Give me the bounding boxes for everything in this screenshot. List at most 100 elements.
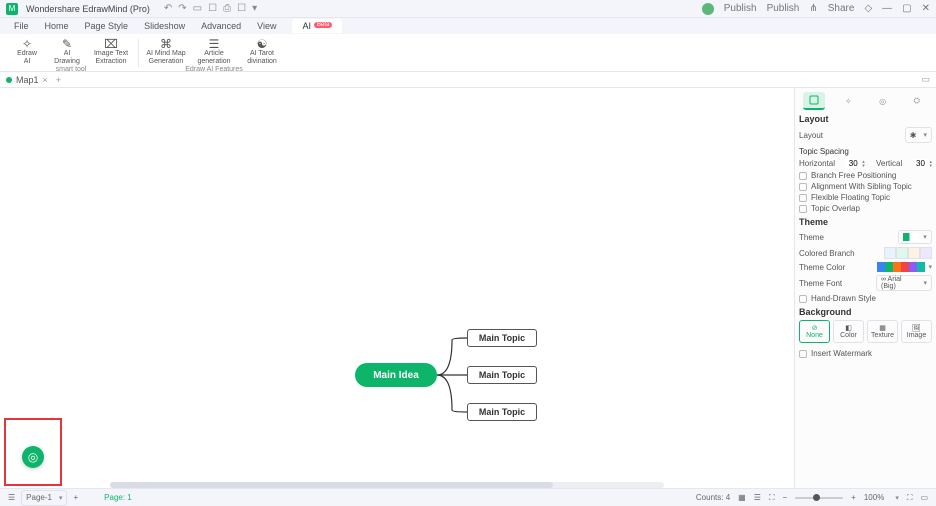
layout-picker[interactable]: ✱▾ <box>905 127 932 143</box>
mindmap-icon: ⌘ <box>160 37 172 50</box>
opt-free-pos[interactable]: Branch Free Positioning <box>799 171 932 180</box>
h-spacing-stepper[interactable]: ▴▾ <box>846 159 865 168</box>
menu-slideshow[interactable]: Slideshow <box>144 21 185 31</box>
bg-texture[interactable]: ▦Texture <box>867 320 898 343</box>
page-picker[interactable]: Page-1▾ <box>21 490 67 506</box>
maximize-button[interactable]: ▢ <box>902 3 911 14</box>
fullscreen-icon[interactable]: ⛶ <box>907 493 913 503</box>
opt-align-sibling[interactable]: Alignment With Sibling Topic <box>799 182 932 191</box>
theme-color-label: Theme Color <box>799 263 845 272</box>
view-list-icon[interactable]: ☰ <box>754 493 761 502</box>
layout-heading: Layout <box>799 114 932 124</box>
add-page-button[interactable]: + <box>73 493 78 502</box>
menu-file[interactable]: File <box>14 21 29 31</box>
colored-branch-label: Colored Branch <box>799 249 855 258</box>
ribbon-group2-caption: Edraw AI Features <box>185 66 243 73</box>
sparkle-icon: ✧ <box>22 37 32 50</box>
dropdown-icon[interactable]: ▾ <box>252 3 257 14</box>
theme-picker[interactable]: ▾ <box>898 230 932 244</box>
topic-node-1[interactable]: Main Topic <box>467 329 537 347</box>
format-panel: ✧ ◎ ⛭ Layout Layout ✱▾ Topic Spacing Hor… <box>794 88 936 488</box>
root-node[interactable]: Main Idea <box>355 363 437 387</box>
menu-home[interactable]: Home <box>45 21 69 31</box>
redo-icon[interactable]: ↷ <box>178 3 186 14</box>
ai-chat-fab[interactable]: ◎ <box>22 446 44 468</box>
counts-label: Counts: 4 <box>696 493 730 502</box>
opt-flex-floating[interactable]: Flexible Floating Topic <box>799 193 932 202</box>
bg-none[interactable]: ⊘None <box>799 320 830 343</box>
opt-overlap[interactable]: Topic Overlap <box>799 204 932 213</box>
theme-font-picker[interactable]: ∞ Arial (Big)▾ <box>876 275 932 291</box>
theme-label: Theme <box>799 233 824 242</box>
h-spacing-label: Horizontal <box>799 159 835 168</box>
menu-advanced[interactable]: Advanced <box>201 21 241 31</box>
ribbon-tarot[interactable]: ☯ AI Tarotdivination <box>239 37 285 65</box>
presentation-icon[interactable]: ▭ <box>920 493 928 502</box>
bg-heading: Background <box>799 307 932 317</box>
menu-view[interactable]: View <box>257 21 276 31</box>
app-title: Wondershare EdrawMind (Pro) <box>26 4 150 14</box>
close-button[interactable]: ✕ <box>922 3 930 14</box>
menu-ai[interactable]: AIBeta <box>292 19 342 33</box>
print-icon[interactable]: ⎙ <box>223 3 231 14</box>
publish-button[interactable]: Publish <box>724 3 757 14</box>
ribbon-mindmap-gen[interactable]: ⌘ AI Mind MapGeneration <box>143 37 189 65</box>
opt-handdrawn[interactable]: Hand-Drawn Style <box>799 294 932 303</box>
canvas[interactable]: Main Idea Main Topic Main Topic Main Top… <box>0 88 794 488</box>
export-icon[interactable]: ☐ <box>237 3 246 14</box>
panel-collapse-icon[interactable]: ▭ <box>921 74 930 85</box>
zoom-in-button[interactable]: + <box>851 493 856 502</box>
drawing-icon: ✎ <box>62 37 72 50</box>
ribbon-group1-caption: smart tool <box>56 66 87 73</box>
share-button[interactable]: Share <box>828 3 855 14</box>
ribbon-image-text[interactable]: ⌧ Image TextExtraction <box>88 37 134 65</box>
article-icon: ☰ <box>209 37 220 50</box>
zoom-slider[interactable] <box>795 497 843 499</box>
undo-icon[interactable]: ↶ <box>164 3 172 14</box>
avatar-icon[interactable] <box>702 3 714 15</box>
help-icon[interactable]: ◇ <box>864 3 872 14</box>
bg-color[interactable]: ◧Color <box>833 320 864 343</box>
doc-tab-close[interactable]: × <box>43 75 48 85</box>
image-icon: 🖼 <box>912 324 921 332</box>
share-icon[interactable]: ⋔ <box>809 3 817 14</box>
panel-tab-page[interactable] <box>803 92 825 110</box>
theme-color-picker[interactable]: ▾ <box>877 262 932 272</box>
panel-tab-settings[interactable]: ⛭ <box>906 92 928 110</box>
none-icon: ⊘ <box>812 324 818 332</box>
menu-pagestyle[interactable]: Page Style <box>85 21 129 31</box>
doc-tab-label: Map1 <box>16 75 39 85</box>
colored-branch-swatches[interactable] <box>884 247 932 259</box>
spacing-heading: Topic Spacing <box>799 147 932 156</box>
texture-icon: ▦ <box>879 324 886 332</box>
minimize-button[interactable]: — <box>882 3 892 14</box>
view-grid-icon[interactable]: ▦ <box>738 493 746 502</box>
doc-tab-add[interactable]: + <box>56 75 61 85</box>
app-logo-icon: M <box>6 3 18 15</box>
save-icon[interactable]: ☐ <box>208 3 217 14</box>
theme-font-label: Theme Font <box>799 279 842 288</box>
topic-node-2[interactable]: Main Topic <box>467 366 537 384</box>
v-spacing-stepper[interactable]: ▴▾ <box>913 159 932 168</box>
zoom-out-button[interactable]: − <box>783 493 788 502</box>
doc-tab-icon <box>6 77 12 83</box>
outline-icon[interactable]: ☰ <box>8 493 15 502</box>
color-icon: ◧ <box>845 324 852 332</box>
tarot-icon: ☯ <box>257 37 268 50</box>
zoom-dropdown[interactable]: ▾ <box>895 494 899 502</box>
opt-watermark[interactable]: Insert Watermark <box>799 349 932 358</box>
folder-icon[interactable]: ▭ <box>193 3 202 14</box>
panel-tab-location[interactable]: ◎ <box>872 92 894 110</box>
theme-heading: Theme <box>799 217 932 227</box>
h-scrollbar[interactable] <box>110 482 664 488</box>
view-fit-icon[interactable]: ⛶ <box>769 493 775 503</box>
ribbon-edraw-ai[interactable]: ✧ EdrawAI <box>8 37 46 65</box>
extract-icon: ⌧ <box>104 37 118 50</box>
bg-image[interactable]: 🖼Image <box>901 320 932 343</box>
ribbon-article-gen[interactable]: ☰ Articlegeneration <box>191 37 237 65</box>
v-spacing-label: Vertical <box>876 159 902 168</box>
panel-tab-style[interactable]: ✧ <box>837 92 859 110</box>
doc-tab[interactable]: Map1 × <box>6 75 48 85</box>
topic-node-3[interactable]: Main Topic <box>467 403 537 421</box>
ribbon-ai-drawing[interactable]: ✎ AIDrawing <box>48 37 86 65</box>
